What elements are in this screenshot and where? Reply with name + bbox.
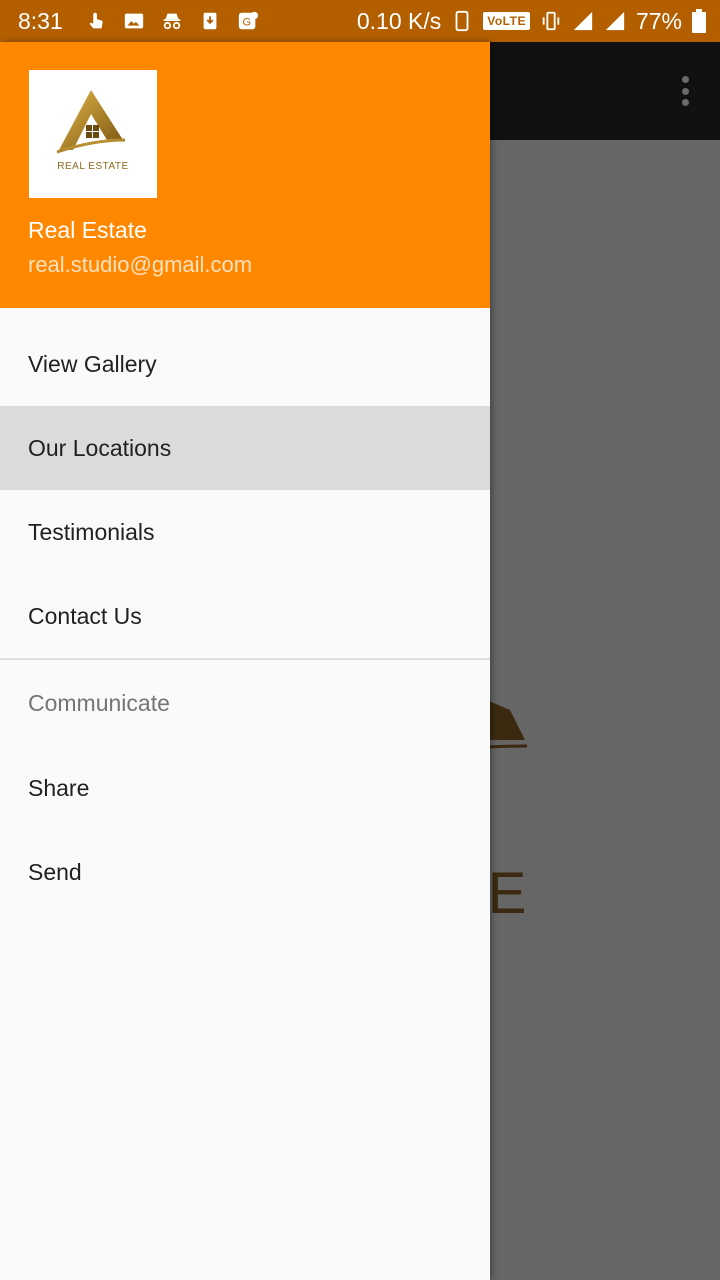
image-icon [124,13,143,29]
menu-item-label: Testimonials [28,518,155,545]
account-email: real.studio@gmail.com [28,252,253,277]
menu-item-label: Share [28,774,90,801]
menu-item-testimonials[interactable]: Testimonials [0,490,490,574]
background-logo-icon [490,701,528,749]
menu-item-label: Send [28,858,82,885]
signal-4g-icon [573,11,593,31]
touch-icon [89,12,103,29]
menu-item-contact-us[interactable]: Contact Us [0,574,490,658]
network-rate: 0.10 K/s [356,7,442,34]
svg-text:G: G [242,17,251,29]
menu-item-send[interactable]: Send [0,830,490,914]
more-vert-icon[interactable] [680,76,690,106]
account-name: Real Estate [28,217,147,243]
background-logo-text: ATE [490,861,531,926]
navigation-drawer: REAL ESTATE Real Estate real.studio@gmai… [0,42,490,1280]
app-logo: REAL ESTATE [29,70,157,198]
menu-item-label: Our Locations [28,434,172,461]
status-bar: 8:31 G 0.10 K/s VoLTE 77% [0,0,720,42]
battery-icon [692,9,706,33]
signal-icon [605,11,625,31]
app-toolbar [490,42,720,140]
maps-icon: G [238,11,258,30]
house-logo-icon [56,90,126,154]
volte-badge: VoLTE [483,12,530,30]
menu-item-our-locations[interactable]: Our Locations [0,406,490,490]
section-header-communicate: Communicate [28,689,170,716]
drawer-header: REAL ESTATE Real Estate real.studio@gmai… [0,42,490,308]
menu-item-view-gallery[interactable]: View Gallery [0,322,490,406]
menu-item-share[interactable]: Share [0,746,490,830]
download-icon [203,12,217,30]
status-time: 8:31 [18,7,63,34]
menu-item-label: Contact Us [28,602,142,629]
notification-icons: G [85,10,259,32]
phone-outline-icon [455,10,469,32]
battery-percent: 77% [635,7,682,34]
logo-text: REAL ESTATE [57,161,129,172]
incognito-icon [163,13,181,30]
menu-item-label: View Gallery [28,350,157,377]
vibrate-icon [542,11,560,31]
app-content-scrim[interactable]: ATE [490,140,720,1280]
